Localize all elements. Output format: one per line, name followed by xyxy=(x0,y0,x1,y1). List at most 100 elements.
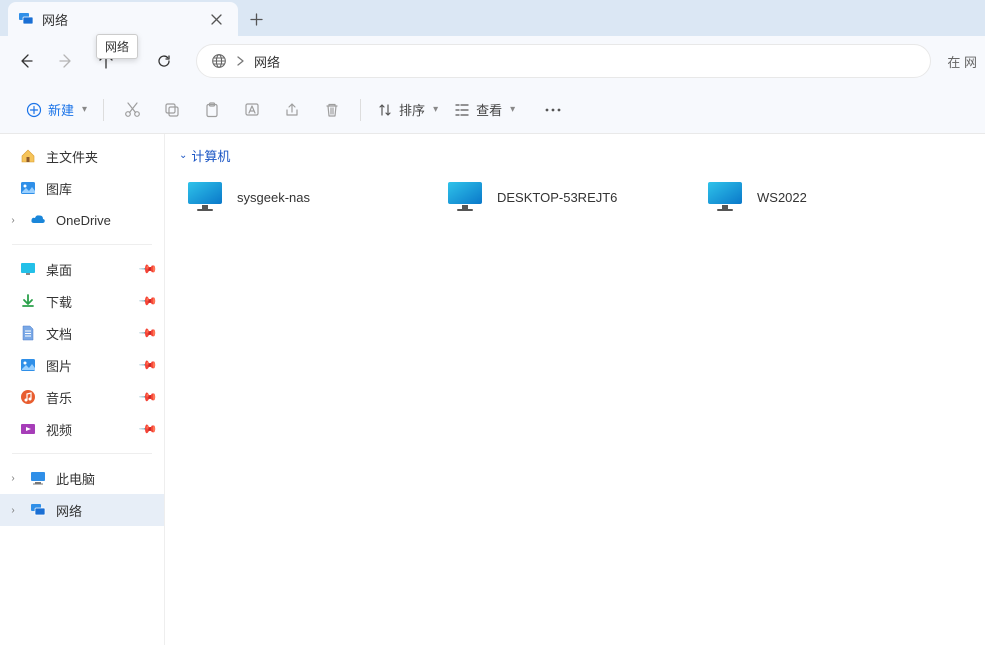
gallery-icon xyxy=(20,180,36,196)
back-button[interactable] xyxy=(8,43,44,79)
sidebar-item-label: 视频 xyxy=(46,420,72,439)
main-content: ⌄ 计算机 sysgeek-nas DESKTOP-53REJT6 WS2022 xyxy=(165,134,985,645)
tab-strip: 网络 网络 xyxy=(0,0,985,36)
sidebar-item-label: 桌面 xyxy=(46,260,72,279)
tab-tooltip: 网络 xyxy=(96,34,138,59)
new-button[interactable]: 新建 ▾ xyxy=(20,93,93,127)
plus-icon xyxy=(250,13,263,26)
sidebar-item-videos[interactable]: 视频 📌 xyxy=(0,413,164,445)
onedrive-icon xyxy=(30,212,46,228)
chevron-right-icon xyxy=(237,56,244,66)
sidebar-item-home[interactable]: 主文件夹 xyxy=(0,140,164,172)
sidebar-item-label: 图库 xyxy=(46,179,72,198)
chevron-down-icon: ⌄ xyxy=(179,150,187,161)
cut-icon xyxy=(124,101,141,118)
computer-name: sysgeek-nas xyxy=(237,190,310,205)
this-pc-icon xyxy=(30,470,46,486)
sidebar-item-label: 文档 xyxy=(46,324,72,343)
copy-button[interactable] xyxy=(154,93,190,127)
more-icon xyxy=(545,108,561,112)
pin-icon: 📌 xyxy=(138,419,158,439)
search-hint[interactable]: 在 网 xyxy=(947,52,977,71)
tab-network[interactable]: 网络 网络 xyxy=(8,2,238,36)
chevron-down-icon: ▾ xyxy=(82,104,87,115)
sidebar-item-downloads[interactable]: 下载 📌 xyxy=(0,285,164,317)
sidebar-item-documents[interactable]: 文档 📌 xyxy=(0,317,164,349)
sidebar-item-onedrive[interactable]: › OneDrive xyxy=(0,204,164,236)
desktop-icon xyxy=(20,261,36,277)
view-button-label: 查看 xyxy=(476,100,502,119)
more-button[interactable] xyxy=(535,93,571,127)
computer-item[interactable]: DESKTOP-53REJT6 xyxy=(439,173,689,221)
pin-icon: 📌 xyxy=(138,323,158,343)
sidebar-separator xyxy=(12,453,152,454)
chevron-down-icon: ▾ xyxy=(433,104,438,115)
pin-icon: 📌 xyxy=(138,387,158,407)
arrow-left-icon xyxy=(18,53,34,69)
sidebar-item-label: 网络 xyxy=(56,501,82,520)
computer-icon xyxy=(185,177,225,217)
network-icon xyxy=(18,11,34,27)
items-grid: sysgeek-nas DESKTOP-53REJT6 WS2022 xyxy=(179,173,971,221)
sidebar: 主文件夹 图库 › OneDrive 桌面 📌 下载 📌 文档 📌 xyxy=(0,134,165,645)
computer-item[interactable]: WS2022 xyxy=(699,173,949,221)
documents-icon xyxy=(20,325,36,341)
tab-close-button[interactable] xyxy=(204,7,228,31)
sidebar-item-music[interactable]: 音乐 📌 xyxy=(0,381,164,413)
computer-name: DESKTOP-53REJT6 xyxy=(497,190,617,205)
refresh-button[interactable] xyxy=(146,43,182,79)
share-icon xyxy=(284,102,300,118)
sidebar-item-desktop[interactable]: 桌面 📌 xyxy=(0,253,164,285)
computer-name: WS2022 xyxy=(757,190,807,205)
chevron-right-icon[interactable]: › xyxy=(6,215,20,226)
videos-icon xyxy=(20,421,36,437)
forward-button[interactable] xyxy=(48,43,84,79)
sidebar-item-label: 此电脑 xyxy=(56,469,95,488)
music-icon xyxy=(20,389,36,405)
breadcrumb-location[interactable]: 网络 xyxy=(254,52,280,71)
home-icon xyxy=(20,148,36,164)
sidebar-item-label: OneDrive xyxy=(56,213,111,228)
toolbar-separator xyxy=(360,99,361,121)
tab-title: 网络 xyxy=(42,10,68,29)
trash-icon xyxy=(324,102,340,118)
sidebar-item-gallery[interactable]: 图库 xyxy=(0,172,164,204)
downloads-icon xyxy=(20,293,36,309)
chevron-down-icon: ▾ xyxy=(510,104,515,115)
delete-button[interactable] xyxy=(314,93,350,127)
view-button[interactable]: 查看 ▾ xyxy=(448,93,521,127)
sort-button[interactable]: 排序 ▾ xyxy=(371,93,444,127)
pictures-icon xyxy=(20,357,36,373)
refresh-icon xyxy=(156,53,172,69)
rename-button[interactable] xyxy=(234,93,270,127)
cut-button[interactable] xyxy=(114,93,150,127)
sidebar-item-network[interactable]: › 网络 xyxy=(0,494,164,526)
sort-button-label: 排序 xyxy=(399,100,425,119)
pin-icon: 📌 xyxy=(138,355,158,375)
breadcrumb-separator xyxy=(237,56,244,66)
group-header-computers[interactable]: ⌄ 计算机 xyxy=(179,146,971,165)
sidebar-separator xyxy=(12,244,152,245)
sidebar-item-pictures[interactable]: 图片 📌 xyxy=(0,349,164,381)
new-button-label: 新建 xyxy=(48,100,74,119)
address-bar-row: 网络 在 网 xyxy=(0,36,985,86)
share-button[interactable] xyxy=(274,93,310,127)
chevron-right-icon[interactable]: › xyxy=(6,505,20,516)
group-label: 计算机 xyxy=(191,146,230,165)
address-bar[interactable]: 网络 xyxy=(196,44,931,78)
computer-icon xyxy=(445,177,485,217)
chevron-right-icon[interactable]: › xyxy=(6,473,20,484)
globe-icon xyxy=(211,53,227,69)
computer-icon xyxy=(705,177,745,217)
new-tab-button[interactable] xyxy=(238,2,274,36)
sidebar-item-label: 音乐 xyxy=(46,388,72,407)
arrow-right-icon xyxy=(58,53,74,69)
toolbar: 新建 ▾ 排序 ▾ 查看 ▾ xyxy=(0,86,985,134)
plus-circle-icon xyxy=(26,102,42,118)
sidebar-item-this-pc[interactable]: › 此电脑 xyxy=(0,462,164,494)
paste-button[interactable] xyxy=(194,93,230,127)
sidebar-item-label: 主文件夹 xyxy=(46,147,98,166)
computer-item[interactable]: sysgeek-nas xyxy=(179,173,429,221)
pin-icon: 📌 xyxy=(138,259,158,279)
paste-icon xyxy=(204,102,220,118)
